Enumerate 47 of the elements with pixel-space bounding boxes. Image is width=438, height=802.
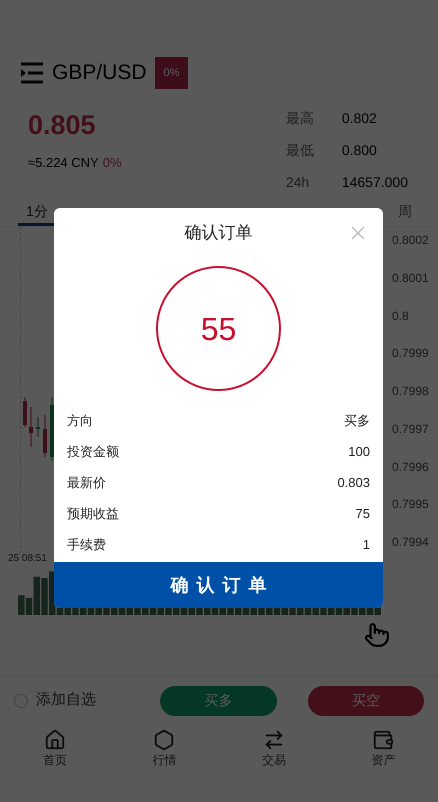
countdown-number: 55	[200, 310, 236, 348]
interval-tab[interactable]: 周	[390, 199, 420, 226]
nav-tab[interactable]: 行情	[110, 729, 219, 769]
buy-short-button[interactable]: 买空	[308, 686, 424, 716]
y-axis-label: 0.7995	[391, 496, 430, 514]
order-field-value: 100	[348, 442, 370, 461]
menu-icon[interactable]	[20, 61, 44, 85]
order-field-value: 0.803	[337, 474, 370, 492]
nav-tab[interactable]: 首页	[0, 729, 110, 769]
buy-long-button[interactable]: 买多	[160, 686, 277, 716]
order-field-label: 手续费	[67, 536, 106, 554]
home-icon	[44, 729, 66, 751]
stat-value: 14657.000	[342, 173, 408, 192]
cny-price: ≈5.224 CNY	[28, 154, 99, 172]
y-axis-label: 0.7999	[391, 345, 430, 362]
order-field-label: 方向	[67, 412, 93, 430]
y-axis-label: 0.8002	[391, 232, 430, 249]
stat-label: 最低	[286, 141, 315, 160]
stat-label: 最高	[286, 109, 315, 128]
order-field-label: 最新价	[67, 474, 106, 492]
wallet-icon	[372, 729, 394, 751]
y-axis-label: 0.7997	[391, 420, 430, 438]
dialog-title: 确认订单	[184, 222, 252, 244]
stat-value: 0.800	[342, 141, 378, 160]
nav-tab[interactable]: 资产	[328, 729, 438, 769]
y-axis-label: 0.7996	[391, 458, 430, 476]
stat-label: 24h	[286, 173, 310, 192]
stat-value: 0.802	[342, 109, 378, 128]
confirm-order-button[interactable]: 确认订单	[54, 562, 383, 608]
order-field-value: 75	[356, 504, 370, 523]
watchlist-checkbox[interactable]	[14, 694, 28, 708]
order-field-label: 预期收益	[67, 504, 119, 523]
y-axis-label: 0.8	[391, 308, 410, 324]
change-badge: 0%	[154, 56, 188, 90]
order-field-label: 投资金额	[67, 442, 119, 461]
y-axis-label: 0.7994	[391, 534, 430, 551]
watchlist-label: 添加自选	[36, 690, 96, 710]
last-price: 0.805	[28, 109, 97, 142]
nav-tab[interactable]: 交易	[219, 729, 328, 769]
order-field-value: 1	[362, 536, 370, 554]
hand-pointer-icon	[364, 621, 390, 649]
change-percent: 0%	[102, 154, 122, 172]
symbol-title: GBP/USD	[52, 60, 147, 86]
time-label: 25 08:51	[8, 553, 47, 565]
order-field-value: 买多	[344, 412, 370, 430]
y-axis-label: 0.7998	[391, 383, 430, 400]
y-axis-label: 0.8001	[391, 270, 430, 287]
